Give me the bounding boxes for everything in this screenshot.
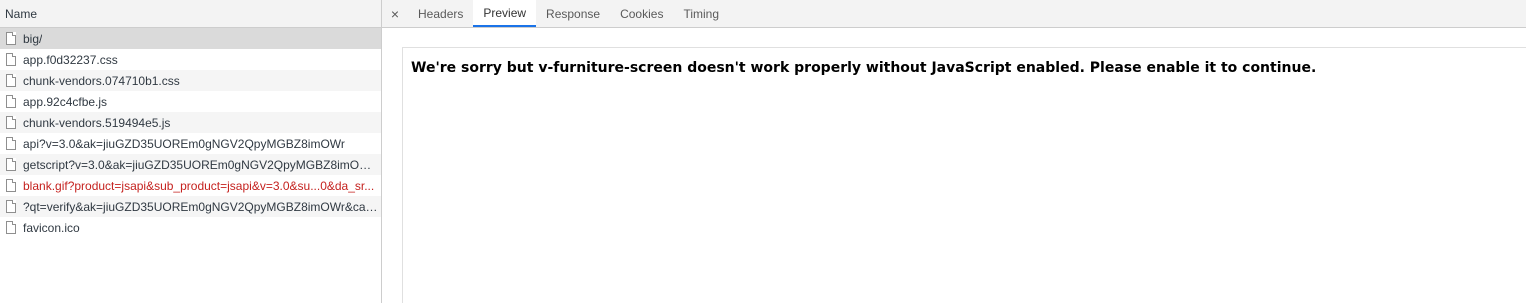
request-row-failed[interactable]: blank.gif?product=jsapi&sub_product=jsap… (0, 175, 381, 196)
request-row[interactable]: big/ (0, 28, 381, 49)
tab-preview[interactable]: Preview (473, 0, 537, 27)
request-name: chunk-vendors.519494e5.js (23, 115, 171, 130)
request-row[interactable]: chunk-vendors.074710b1.css (0, 70, 381, 91)
request-name: app.92c4cfbe.js (23, 94, 108, 109)
document-icon (6, 200, 16, 213)
tab-cookies[interactable]: Cookies (610, 0, 673, 27)
document-icon (6, 221, 16, 234)
close-icon[interactable]: × (382, 0, 408, 27)
devtools-network-panel: Name big/ app.f0d32237.css chunk-vendors… (0, 0, 1526, 303)
request-row[interactable]: app.92c4cfbe.js (0, 91, 381, 112)
request-details-pane: × Headers Preview Response Cookies Timin… (382, 0, 1526, 303)
document-icon (6, 74, 16, 87)
name-column-header[interactable]: Name (0, 0, 381, 28)
request-list: Name big/ app.f0d32237.css chunk-vendors… (0, 0, 382, 303)
preview-frame: We're sorry but v-furniture-screen doesn… (402, 47, 1526, 303)
document-icon (6, 53, 16, 66)
request-name: big/ (23, 31, 43, 46)
tab-response[interactable]: Response (536, 0, 610, 27)
request-row[interactable]: app.f0d32237.css (0, 49, 381, 70)
request-row[interactable]: getscript?v=3.0&ak=jiuGZD35UOREm0gNGV2Qp… (0, 154, 381, 175)
tab-headers[interactable]: Headers (408, 0, 473, 27)
request-name: blank.gif?product=jsapi&sub_product=jsap… (23, 178, 375, 193)
request-row[interactable]: api?v=3.0&ak=jiuGZD35UOREm0gNGV2QpyMGBZ8… (0, 133, 381, 154)
tab-timing[interactable]: Timing (673, 0, 729, 27)
document-icon (6, 32, 16, 45)
request-name: favicon.ico (23, 220, 80, 235)
document-icon (6, 137, 16, 150)
request-row[interactable]: favicon.ico (0, 217, 381, 238)
document-icon (6, 116, 16, 129)
request-name: chunk-vendors.074710b1.css (23, 73, 180, 88)
details-tabbar: × Headers Preview Response Cookies Timin… (382, 0, 1526, 28)
request-name: getscript?v=3.0&ak=jiuGZD35UOREm0gNGV2Qp… (23, 157, 378, 172)
document-icon (6, 179, 16, 192)
request-name: api?v=3.0&ak=jiuGZD35UOREm0gNGV2QpyMGBZ8… (23, 136, 345, 151)
document-icon (6, 158, 16, 171)
request-row[interactable]: ?qt=verify&ak=jiuGZD35UOREm0gNGV2QpyMGBZ… (0, 196, 381, 217)
request-row[interactable]: chunk-vendors.519494e5.js (0, 112, 381, 133)
preview-noscript-message: We're sorry but v-furniture-screen doesn… (411, 60, 1317, 76)
request-name: ?qt=verify&ak=jiuGZD35UOREm0gNGV2QpyMGBZ… (23, 199, 378, 214)
request-name: app.f0d32237.css (23, 52, 118, 67)
document-icon (6, 95, 16, 108)
